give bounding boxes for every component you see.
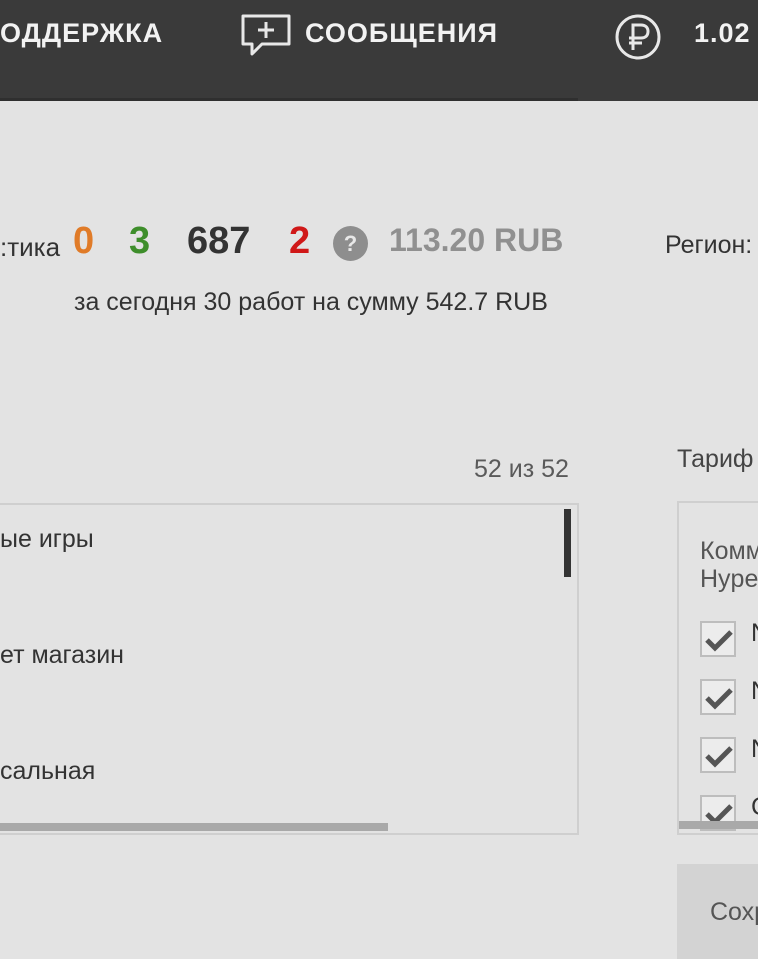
stat-value-red: 2 xyxy=(289,220,311,262)
tariff-option-label: C xyxy=(751,793,758,822)
tariff-options-panel: Комм Hype N N N C xyxy=(677,501,758,835)
category-list[interactable]: ые игры ет магазин сальная xyxy=(0,503,579,835)
ruble-coin-icon[interactable] xyxy=(614,13,662,61)
active-tab-indicator xyxy=(0,98,578,101)
horizontal-scrollbar[interactable] xyxy=(679,821,758,829)
balance-amount: 113.20 RUB xyxy=(389,222,564,258)
stat-value-total: 687 xyxy=(187,220,251,262)
checkmark-icon xyxy=(705,688,733,710)
list-count: 52 из 52 xyxy=(474,455,569,483)
tariff-label: Тариф xyxy=(677,445,754,473)
horizontal-scrollbar[interactable] xyxy=(0,823,388,831)
tariff-option-label: N xyxy=(751,735,758,764)
tariff-checkbox[interactable] xyxy=(700,679,736,715)
save-button-label: Сохр xyxy=(710,898,758,926)
tariff-title-line2: Hype xyxy=(700,565,758,593)
list-item[interactable]: сальная xyxy=(0,757,95,786)
tariff-option-label: N xyxy=(751,677,758,706)
list-item[interactable]: ет магазин xyxy=(0,641,124,670)
list-item[interactable]: ые игры xyxy=(0,525,94,554)
checkmark-icon xyxy=(705,746,733,768)
help-icon[interactable]: ? xyxy=(333,226,368,261)
message-plus-icon[interactable] xyxy=(240,13,292,57)
nav-support-link[interactable]: ОДДЕРЖКА xyxy=(0,18,163,49)
tariff-checkbox[interactable] xyxy=(700,621,736,657)
stats-label: тика: xyxy=(0,232,61,262)
nav-balance-value[interactable]: 1.02 xyxy=(694,18,751,49)
checkmark-icon xyxy=(705,630,733,652)
tariff-option-label: N xyxy=(751,619,758,648)
tariff-group-title: Комм Hype xyxy=(700,537,758,593)
stat-value-green: 3 xyxy=(129,220,151,262)
tariff-title-line1: Комм xyxy=(700,537,758,565)
nav-messages-link[interactable]: СООБЩЕНИЯ xyxy=(305,18,498,49)
stat-value-orange: 0 xyxy=(73,220,95,262)
today-summary: за сегодня 30 работ на сумму 542.7 RUB xyxy=(74,288,548,316)
tariff-checkbox[interactable] xyxy=(700,737,736,773)
region-label: Регион: xyxy=(665,231,753,259)
vertical-scrollbar[interactable] xyxy=(564,509,571,577)
top-navigation-bar: ОДДЕРЖКА СООБЩЕНИЯ 1.02 xyxy=(0,0,758,101)
